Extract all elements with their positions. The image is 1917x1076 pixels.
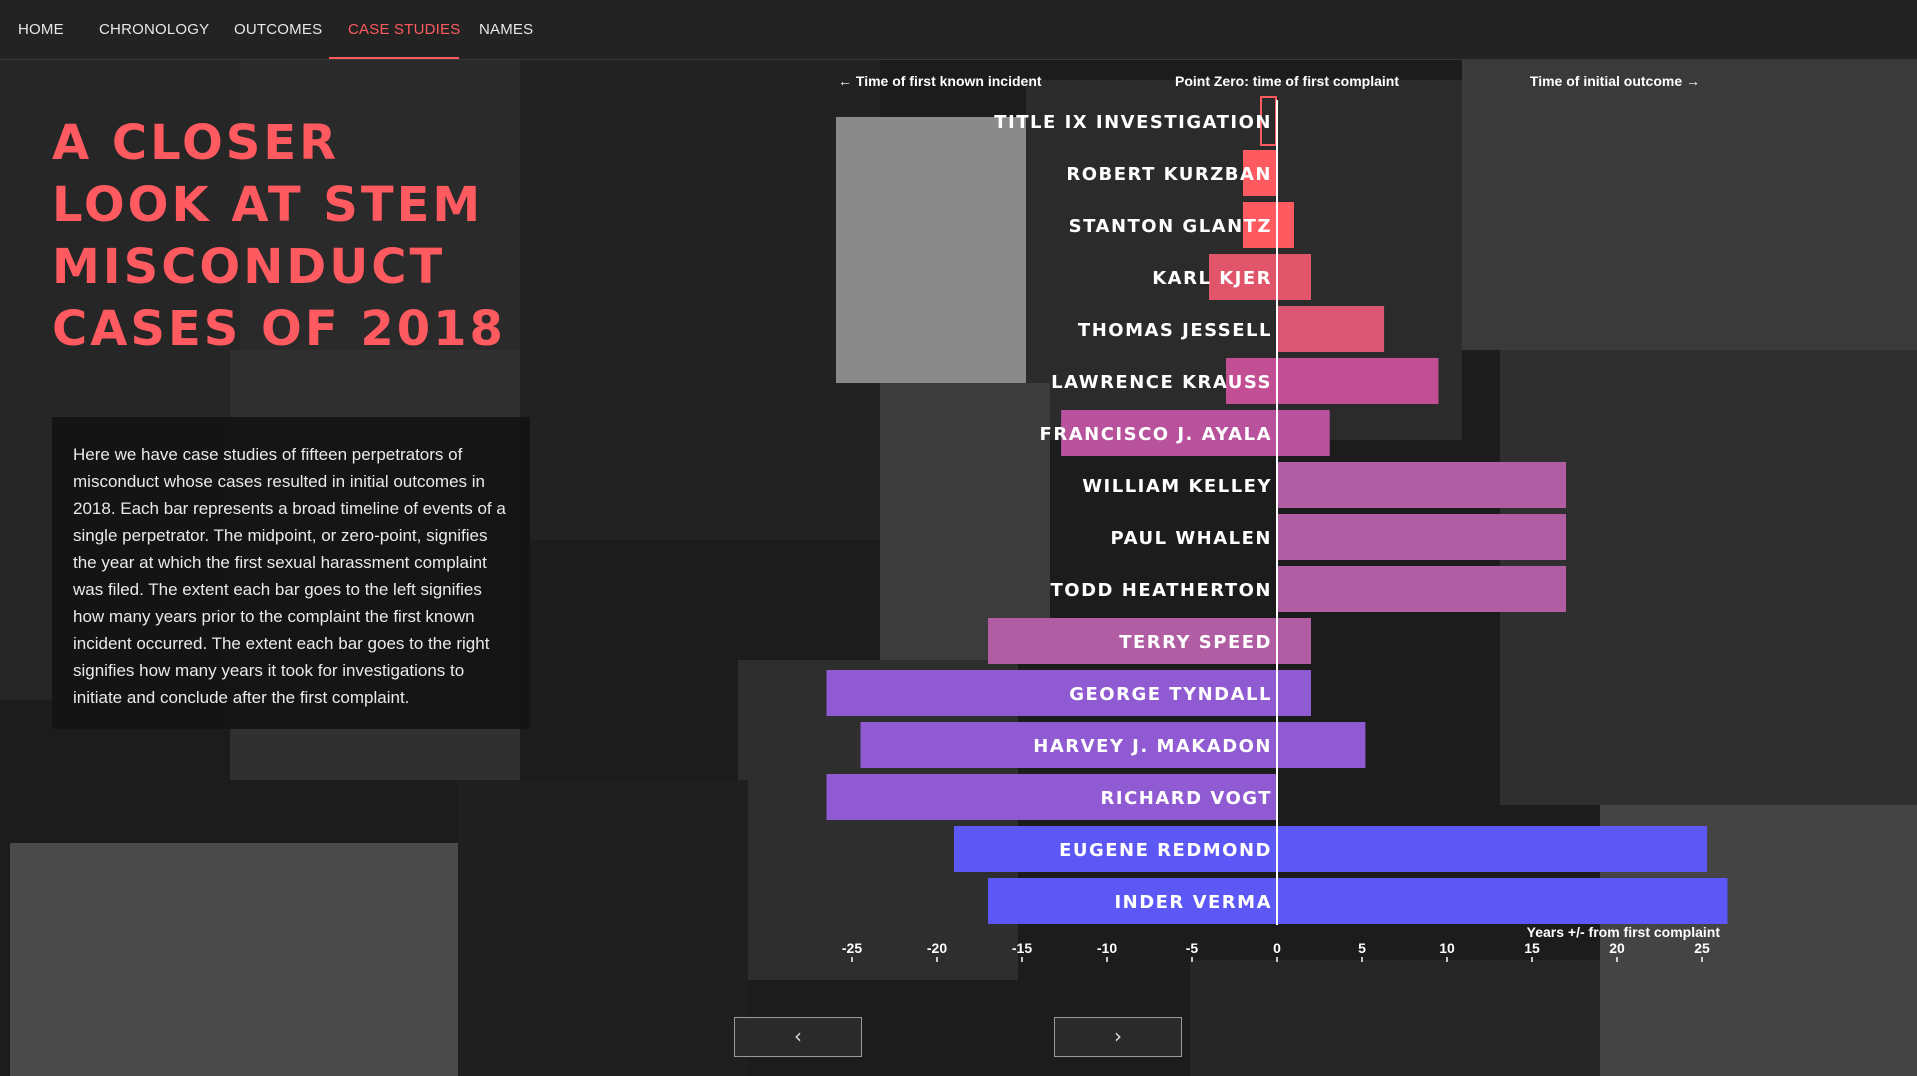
x-tick-label: 15 <box>1524 940 1540 956</box>
timeline-chart: ← Time of first known incident Point Zero… <box>826 73 1728 962</box>
x-tick-label: -10 <box>1097 940 1117 956</box>
x-tick-label: 0 <box>1273 940 1281 956</box>
bar-label: TODD HEATHERTON <box>1051 580 1272 601</box>
bar-label: ROBERT KURZBAN <box>1066 164 1272 185</box>
bar-label: RICHARD VOGT <box>1101 788 1272 809</box>
header-first-incident: ← Time of first known incident <box>838 73 1042 89</box>
bar-label: GEORGE TYNDALL <box>1069 684 1272 705</box>
header-point-zero: Point Zero: time of first complaint <box>1175 73 1399 89</box>
x-tick-label: 25 <box>1694 940 1710 956</box>
bar-label: KARL KJER <box>1152 268 1272 289</box>
bar-label: TITLE IX INVESTIGATION <box>994 112 1272 133</box>
bar <box>1277 462 1566 508</box>
bar-label: WILLIAM KELLEY <box>1082 476 1272 497</box>
bar-label: EUGENE REDMOND <box>1059 840 1272 861</box>
x-tick-label: -15 <box>1012 940 1032 956</box>
next-button[interactable]: › <box>1054 1017 1182 1057</box>
bar <box>1277 306 1385 352</box>
header-initial-outcome: Time of initial outcome → <box>1530 73 1700 89</box>
x-tick-label: 5 <box>1358 940 1366 956</box>
bar-label: TERRY SPEED <box>1119 632 1272 653</box>
bar <box>1277 566 1566 612</box>
bar <box>988 878 1728 924</box>
x-tick-label: -5 <box>1186 940 1199 956</box>
x-tick-label: 20 <box>1609 940 1625 956</box>
bar <box>1277 514 1566 560</box>
previous-button[interactable]: ‹ <box>734 1017 862 1057</box>
x-tick-label: 10 <box>1439 940 1455 956</box>
bar-label: THOMAS JESSELL <box>1078 320 1272 341</box>
bar-label: HARVEY J. MAKADON <box>1033 736 1272 757</box>
x-tick-label: -20 <box>927 940 947 956</box>
bar-label: LAWRENCE KRAUSS <box>1051 372 1272 393</box>
x-tick-label: -25 <box>842 940 862 956</box>
bar-label: PAUL WHALEN <box>1111 528 1272 549</box>
bar-label: INDER VERMA <box>1114 892 1272 913</box>
bar-label: FRANCISCO J. AYALA <box>1040 424 1272 445</box>
x-axis-title: Years +/- from first complaint <box>1527 924 1721 940</box>
bar-label: STANTON GLANTZ <box>1069 216 1272 237</box>
